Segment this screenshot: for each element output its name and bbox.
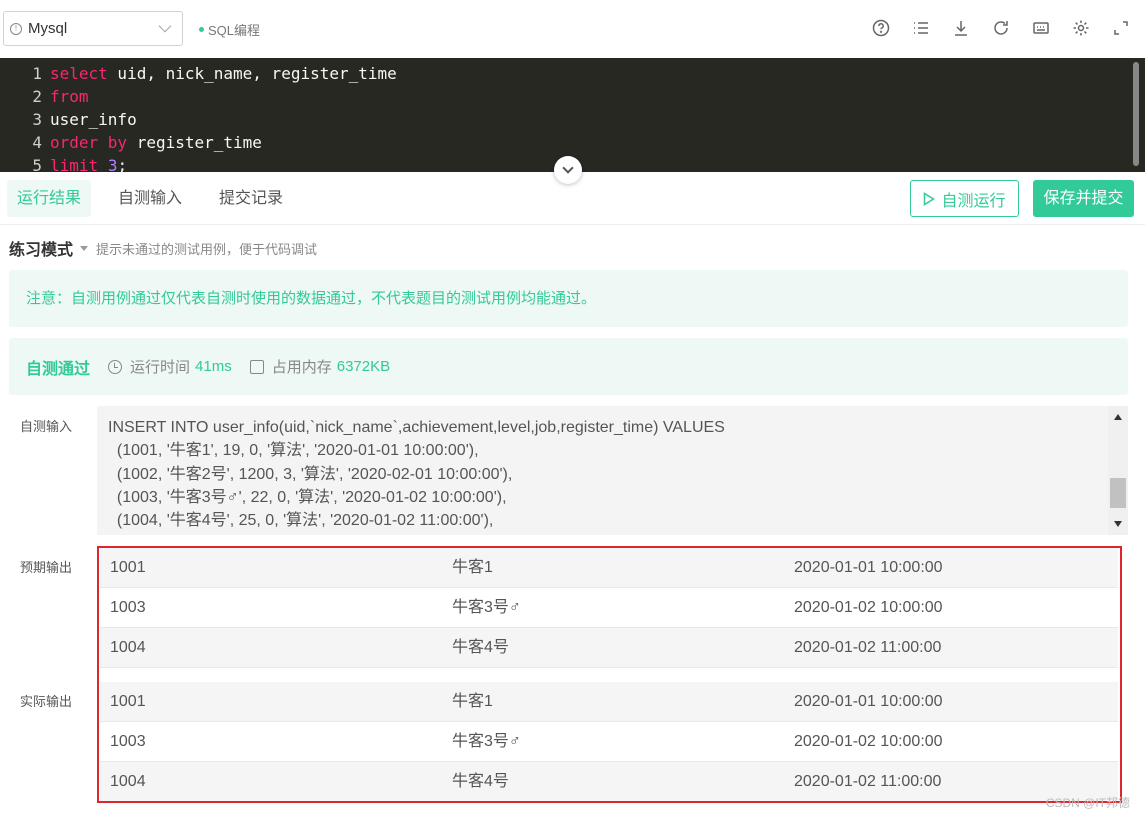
editor-scrollbar[interactable] <box>1133 62 1139 166</box>
code-token: register_time <box>127 133 262 152</box>
refresh-icon[interactable] <box>991 18 1011 38</box>
mode-tag-label: SQL编程 <box>208 23 261 38</box>
toolbar-icons <box>871 18 1131 38</box>
line-number: 4 <box>32 133 42 152</box>
input-line: INSERT INTO user_info(uid,`nick_name`,ac… <box>108 419 725 436</box>
input-line: (1004, '牛客4号', 25, 0, '算法', '2020-01-02 … <box>108 512 494 530</box>
caret-down-icon[interactable] <box>80 245 89 251</box>
highlight-frame <box>97 546 1122 803</box>
mode-dot-icon <box>199 27 204 32</box>
watermark: CSDN @IT邦德 <box>1045 796 1130 810</box>
input-line: (1002, '牛客2号', 1200, 3, '算法', '2020-02-0… <box>108 465 513 483</box>
save-submit-button[interactable]: 保存并提交 <box>1033 180 1134 217</box>
list-icon[interactable] <box>911 18 931 38</box>
code-line[interactable]: 1 select uid, nick_name, register_time <box>0 58 1145 83</box>
scroll-up-icon[interactable] <box>1114 414 1122 420</box>
memory-value: 6372KB <box>336 358 391 375</box>
code-token: user_info <box>50 110 137 129</box>
line-number: 3 <box>32 110 42 129</box>
runtime-value: 41ms <box>195 358 232 375</box>
scroll-thumb[interactable] <box>1110 478 1126 508</box>
code-token: 3 <box>107 156 118 172</box>
self-test-input-box[interactable]: INSERT INTO user_info(uid,`nick_name`,ac… <box>97 406 1128 535</box>
help-icon[interactable] <box>871 18 891 38</box>
runtime-label: 运行时间 <box>130 359 191 376</box>
top-toolbar: ! Mysql SQL编程 <box>0 0 1145 58</box>
play-icon <box>924 191 936 206</box>
chevron-down-icon <box>158 19 172 33</box>
self-run-label: 自测运行 <box>941 192 1006 210</box>
code-lines[interactable]: 1 select uid, nick_name, register_time 2 fr… <box>0 58 1145 172</box>
status-result: 自测通过 <box>26 360 91 378</box>
code-token: from <box>50 87 89 106</box>
notice-banner: 注意：自测用例通过仅代表自测时使用的数据通过，不代表题目的测试用例均能通过。 <box>9 270 1128 327</box>
code-token: order by <box>50 133 128 152</box>
actual-label: 实际输出 <box>20 694 73 709</box>
tab-run-result[interactable]: 运行结果 <box>7 180 92 217</box>
code-token: uid, nick_name, register_time <box>107 64 397 83</box>
language-select[interactable]: ! Mysql <box>3 11 183 46</box>
practice-mode-hint: 提示未通过的测试用例，便于代码调试 <box>96 241 318 257</box>
practice-mode-row: 练习模式 提示未通过的测试用例，便于代码调试 <box>9 236 317 260</box>
tab-submit-history[interactable]: 提交记录 <box>209 180 293 217</box>
self-run-button[interactable]: 自测运行 <box>910 180 1019 217</box>
settings-icon[interactable] <box>1071 18 1091 38</box>
expected-label: 预期输出 <box>20 560 73 575</box>
line-number: 2 <box>32 87 42 106</box>
fullscreen-icon[interactable] <box>1111 18 1131 38</box>
result-tabs: 运行结果 自测输入 提交记录 自测运行 保存并提交 <box>0 172 1145 225</box>
input-line: (1003, '牛客3号♂', 22, 0, '算法', '2020-01-02… <box>108 488 507 506</box>
clock-icon <box>108 359 123 374</box>
code-line[interactable]: 3 user_info <box>0 104 1145 129</box>
line-number: 1 <box>32 64 42 83</box>
input-scrollbar[interactable] <box>1108 406 1128 535</box>
status-bar: 自测通过 运行时间 41ms 占用内存 6372KB <box>9 338 1128 395</box>
memory-label: 占用内存 <box>271 359 332 376</box>
code-editor[interactable]: 1 select uid, nick_name, register_time 2 fr… <box>0 58 1145 172</box>
practice-mode-select[interactable]: 练习模式 <box>9 236 73 260</box>
input-label: 自测输入 <box>20 419 73 434</box>
mode-tag: SQL编程 <box>199 20 260 39</box>
line-number: 5 <box>32 156 42 172</box>
language-value: Mysql <box>28 20 68 37</box>
info-icon: ! <box>10 22 22 35</box>
input-line: (1001, '牛客1', 19, 0, '算法', '2020-01-01 1… <box>108 442 479 460</box>
code-line[interactable]: 4 order by register_time <box>0 127 1145 152</box>
code-token: limit <box>50 156 99 172</box>
tab-self-test-input[interactable]: 自测输入 <box>108 180 192 217</box>
download-icon[interactable] <box>951 18 971 38</box>
memory-chip-icon <box>249 359 264 374</box>
code-token: ; <box>117 156 128 172</box>
scroll-down-icon[interactable] <box>1114 521 1122 527</box>
code-token: select <box>50 64 108 83</box>
keyboard-icon[interactable] <box>1031 18 1051 38</box>
